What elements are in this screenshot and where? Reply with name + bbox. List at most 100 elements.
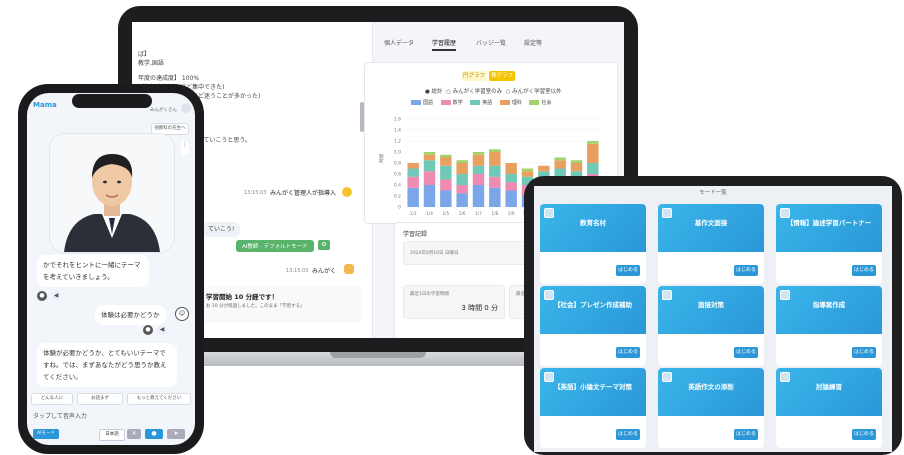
y-tick-label: 0.6	[394, 172, 401, 178]
y-tick-label: 1.0	[394, 150, 401, 156]
legend-label: 数学	[452, 100, 463, 106]
mode-card[interactable]: 【情報】論述学習パートナーはじめる	[776, 204, 882, 284]
radio-other[interactable]: ○ みんがく学習室以外	[506, 89, 562, 95]
tab-learning-history[interactable]: 学習履歴	[432, 38, 457, 51]
bar-segment	[423, 160, 436, 172]
mode-icon	[544, 290, 554, 300]
legend-label: 社会	[541, 100, 552, 106]
chat-line: ば】	[138, 51, 151, 58]
chat-bubble: ていこう!	[202, 222, 241, 237]
user-icon[interactable]: ●	[143, 325, 153, 335]
bar-segment	[423, 171, 436, 185]
user-message: 体験は必要かどうか	[95, 305, 166, 325]
y-tick-label: 1.6	[394, 117, 401, 123]
y-tick-label: 0	[398, 205, 401, 211]
daily-time-label: 最近1日の学習時間	[410, 292, 449, 297]
bar-segment	[440, 179, 452, 191]
tab-settings[interactable]: 設定等	[524, 38, 542, 47]
mode-card[interactable]: 【英語】小論文テーマ対策はじめる	[540, 368, 646, 448]
bar-segment	[472, 185, 485, 207]
quick-reply[interactable]: もっと教えてください	[127, 393, 191, 405]
bar-segment	[489, 149, 501, 152]
bar-segment	[456, 163, 468, 174]
start-button[interactable]: はじめる	[616, 347, 640, 358]
radio-total[interactable]: ● 総計	[425, 89, 443, 95]
settings-icon[interactable]: ⚙	[318, 240, 330, 250]
bar-segment	[505, 190, 517, 207]
start-button[interactable]: はじめる	[852, 347, 876, 358]
radio-mingaku-only[interactable]: ○ みんがく学習室のみ	[446, 89, 502, 95]
mode-card-banner: 基作文面接	[658, 204, 764, 252]
speaker-icon[interactable]: ◀	[157, 325, 167, 335]
microphone-icon[interactable]: ●	[145, 429, 163, 439]
user-avatar-icon: ☺	[175, 307, 189, 321]
bar-segment	[407, 168, 419, 177]
start-button[interactable]: はじめる	[734, 265, 758, 276]
mode-icon	[662, 208, 672, 218]
status-user: みんがくさん	[150, 108, 177, 113]
mode-card[interactable]: 【社会】プレゼン作成補助 はじめる	[540, 286, 646, 366]
user-icon[interactable]: ●	[37, 291, 47, 301]
mode-card-banner: 【英語】小論文テーマ対策	[540, 368, 646, 416]
tab-personal-data[interactable]: 個人データ	[384, 38, 414, 47]
bar-segment	[440, 190, 452, 207]
laptop-notch	[330, 352, 426, 358]
legend-label: 英語	[482, 100, 493, 106]
voice-input[interactable]: タップして音声入力	[33, 411, 87, 420]
start-button[interactable]: はじめる	[616, 265, 640, 276]
mode-card-banner: 討論練習	[776, 368, 882, 416]
start-button[interactable]: はじめる	[852, 265, 876, 276]
ai-message: かでそれをヒントに一緒にテーマを考えていきましょう。	[37, 255, 149, 287]
bar-toggle[interactable]: 棒グラフ	[489, 71, 515, 81]
bar-segment	[505, 182, 517, 191]
mode-card-title: 教育名村	[580, 219, 606, 227]
mode-card-banner: 【情報】論述学習パートナー	[776, 204, 882, 252]
mode-icon	[780, 290, 790, 300]
quick-reply[interactable]: お話まず	[77, 393, 123, 405]
bar-segment	[440, 154, 452, 158]
bar-segment	[456, 174, 468, 185]
bar-segment	[538, 165, 550, 172]
notice-card: 学習開始 10 分経です！ お 10 分が経過しました。このまま「学習する」	[202, 287, 362, 323]
tab-badges[interactable]: バッジ一覧	[476, 38, 506, 47]
mode-card[interactable]: 教育名村はじめる	[540, 204, 646, 284]
mode-icon	[662, 290, 672, 300]
mode-card[interactable]: 英語作文の添削 はじめる	[658, 368, 764, 448]
mode-badge[interactable]: AIモード	[33, 429, 59, 439]
chart-legend: 国語 数学 英語 理科 社会	[405, 99, 551, 106]
mode-card-banner: 指導案作成	[776, 286, 882, 334]
bar-segment	[587, 163, 599, 174]
pie-toggle[interactable]: 円グラフ	[461, 71, 487, 81]
x-tick-label: 1/4	[426, 211, 433, 216]
mode-card[interactable]: 討論練習はじめる	[776, 368, 882, 448]
send-icon[interactable]: ➤	[167, 429, 185, 439]
mode-card[interactable]: 指導案作成はじめる	[776, 286, 882, 366]
bar-segment	[472, 152, 485, 155]
start-button[interactable]: はじめる	[616, 429, 640, 440]
start-button[interactable]: はじめる	[852, 429, 876, 440]
speaker-icon[interactable]: ◀	[51, 291, 61, 301]
profile-icon[interactable]	[181, 103, 191, 113]
bar-segment	[423, 185, 436, 207]
mute-icon[interactable]: ✕	[127, 429, 141, 439]
quick-reply[interactable]: どんな人に	[31, 393, 73, 405]
bar-segment	[423, 154, 436, 161]
mode-card[interactable]: 面接対策はじめる	[658, 286, 764, 366]
bar-segment	[521, 171, 534, 177]
date-label: 2024年6月10日 日曜日	[410, 251, 459, 256]
daily-time-box: 最近1日の学習時間 3 時間 0 分	[403, 285, 505, 319]
mode-card-title: 面接対策	[698, 301, 724, 309]
bar-segment	[587, 143, 599, 163]
bar-segment	[570, 163, 583, 172]
start-button[interactable]: はじめる	[734, 347, 758, 358]
chat-line: 年度の達成度】 100%	[138, 75, 200, 82]
message-time: 13:15:03	[286, 268, 309, 274]
mode-card[interactable]: 基作文面接はじめる	[658, 204, 764, 284]
start-button[interactable]: はじめる	[734, 429, 758, 440]
bar-segment	[423, 152, 436, 155]
mode-button[interactable]: AI教師 · デフォルトモード	[236, 240, 314, 252]
mode-icon	[662, 372, 672, 382]
language-select[interactable]: 日本語	[99, 429, 125, 441]
menu-icon[interactable]: ⋮	[181, 141, 189, 155]
bar-segment	[440, 157, 452, 166]
